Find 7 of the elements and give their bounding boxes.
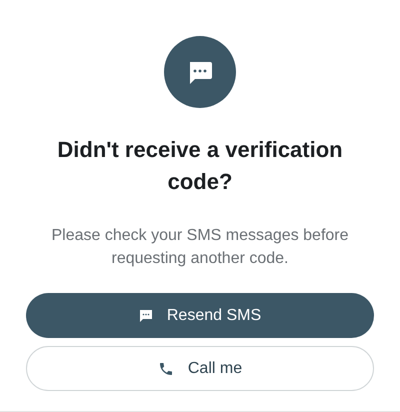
resend-button[interactable]: Resend SMS	[26, 293, 374, 338]
instruction-text: Please check your SMS messages before requesting another code.	[50, 226, 350, 269]
call-button[interactable]: Call me	[26, 346, 374, 391]
message-icon	[164, 36, 236, 108]
phone-icon	[158, 360, 174, 376]
dialog-title: Didn't receive a verification code?	[56, 136, 344, 196]
message-icon	[138, 308, 153, 322]
